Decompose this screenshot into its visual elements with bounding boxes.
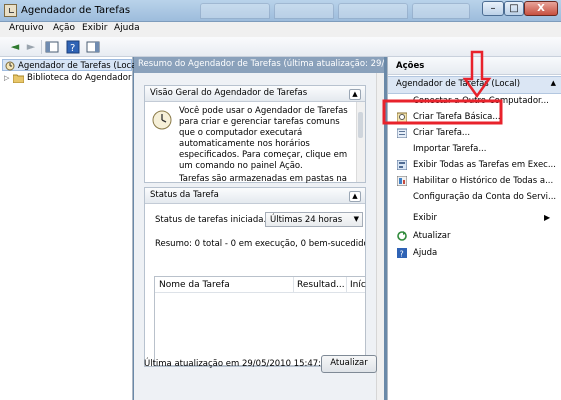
annotation-arrow-icon bbox=[462, 50, 492, 99]
annotation-overlay bbox=[382, 50, 503, 125]
highlight-box bbox=[382, 99, 503, 125]
